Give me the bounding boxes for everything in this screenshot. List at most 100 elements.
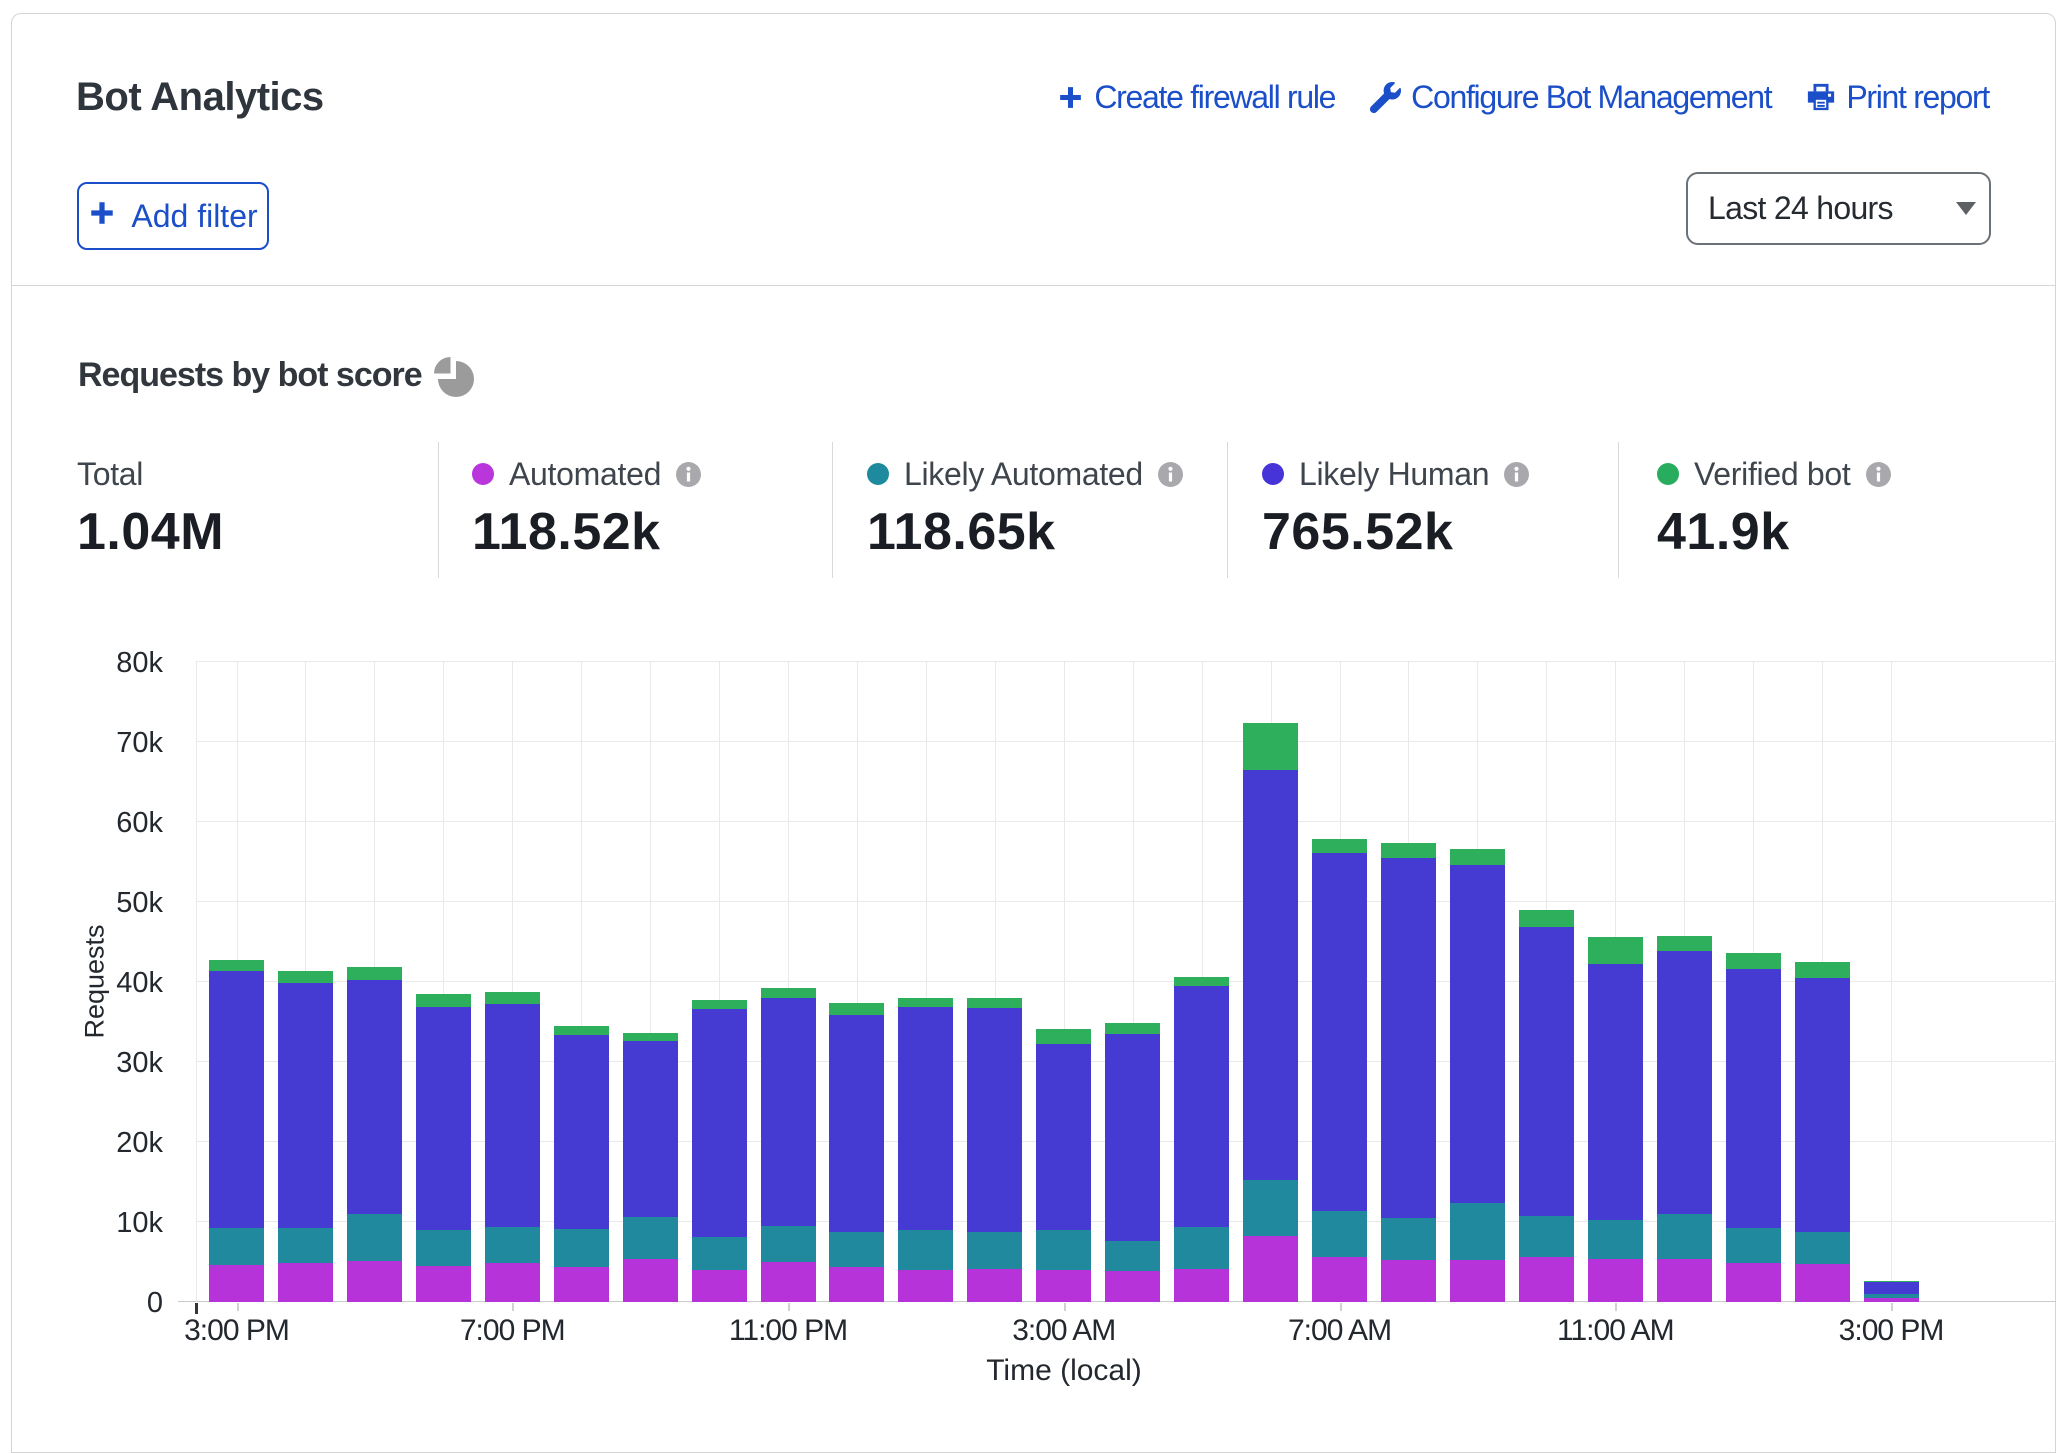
bar-verified-bot[interactable]	[1726, 953, 1781, 969]
info-icon[interactable]	[676, 462, 701, 487]
bar-likely-human[interactable]	[485, 1004, 540, 1227]
bar-automated[interactable]	[1450, 1260, 1505, 1302]
bar-verified-bot[interactable]	[1243, 723, 1298, 770]
bar-likely-human[interactable]	[1312, 853, 1367, 1211]
bar-likely-automated[interactable]	[1381, 1218, 1436, 1261]
bar-likely-human[interactable]	[209, 971, 264, 1229]
bar-verified-bot[interactable]	[1519, 910, 1574, 927]
bar-likely-human[interactable]	[1795, 978, 1850, 1232]
bar-verified-bot[interactable]	[829, 1003, 884, 1015]
bar-automated[interactable]	[967, 1269, 1022, 1302]
print-report-link[interactable]: Print report	[1806, 79, 1989, 116]
bar-automated[interactable]	[1519, 1257, 1574, 1302]
bar-likely-human[interactable]	[761, 998, 816, 1226]
bar-likely-human[interactable]	[347, 980, 402, 1214]
bar-verified-bot[interactable]	[209, 960, 264, 970]
bar-automated[interactable]	[347, 1261, 402, 1302]
bar-likely-human[interactable]	[1036, 1044, 1091, 1230]
bar-verified-bot[interactable]	[1174, 977, 1229, 986]
info-icon[interactable]	[1504, 462, 1529, 487]
bar-verified-bot[interactable]	[1588, 937, 1643, 964]
bar-likely-automated[interactable]	[1450, 1203, 1505, 1260]
bar-likely-automated[interactable]	[209, 1228, 264, 1265]
bar-likely-automated[interactable]	[829, 1232, 884, 1267]
bar-likely-human[interactable]	[1864, 1281, 1919, 1294]
bar-automated[interactable]	[1657, 1259, 1712, 1302]
bar-verified-bot[interactable]	[1657, 936, 1712, 951]
bar-likely-human[interactable]	[278, 983, 333, 1228]
bar-likely-human[interactable]	[1726, 969, 1781, 1227]
bar-automated[interactable]	[209, 1265, 264, 1302]
bar-automated[interactable]	[1105, 1271, 1160, 1302]
bar-likely-automated[interactable]	[623, 1217, 678, 1259]
bar-automated[interactable]	[1312, 1257, 1367, 1302]
bar-likely-automated[interactable]	[967, 1232, 1022, 1269]
bar-verified-bot[interactable]	[761, 988, 816, 998]
bar-automated[interactable]	[829, 1267, 884, 1302]
bar-verified-bot[interactable]	[1381, 843, 1436, 859]
bar-likely-automated[interactable]	[898, 1230, 953, 1270]
bar-likely-human[interactable]	[1519, 927, 1574, 1216]
bar-likely-human[interactable]	[416, 1007, 471, 1230]
bar-likely-automated[interactable]	[1657, 1214, 1712, 1259]
bar-automated[interactable]	[623, 1259, 678, 1302]
bar-likely-automated[interactable]	[416, 1230, 471, 1266]
bar-verified-bot[interactable]	[967, 998, 1022, 1008]
bar-likely-human[interactable]	[1588, 964, 1643, 1220]
bar-likely-automated[interactable]	[1588, 1220, 1643, 1258]
bar-automated[interactable]	[554, 1267, 609, 1302]
bar-likely-automated[interactable]	[554, 1229, 609, 1267]
bar-likely-human[interactable]	[623, 1041, 678, 1217]
bar-likely-automated[interactable]	[1519, 1216, 1574, 1257]
bar-verified-bot[interactable]	[692, 1000, 747, 1010]
bar-likely-automated[interactable]	[1795, 1232, 1850, 1264]
bar-likely-human[interactable]	[1174, 986, 1229, 1226]
bar-likely-automated[interactable]	[485, 1227, 540, 1263]
bar-verified-bot[interactable]	[1450, 849, 1505, 865]
bar-likely-human[interactable]	[967, 1008, 1022, 1232]
bar-automated[interactable]	[1381, 1260, 1436, 1302]
add-filter-button[interactable]: Add filter	[77, 182, 269, 250]
bar-likely-automated[interactable]	[1312, 1211, 1367, 1257]
info-icon[interactable]	[1158, 462, 1183, 487]
time-range-select[interactable]: Last 24 hours	[1686, 172, 1991, 245]
bar-automated[interactable]	[1243, 1236, 1298, 1302]
bar-likely-automated[interactable]	[1174, 1227, 1229, 1269]
bar-verified-bot[interactable]	[278, 971, 333, 983]
bar-likely-automated[interactable]	[347, 1214, 402, 1261]
bar-verified-bot[interactable]	[1312, 839, 1367, 853]
bar-verified-bot[interactable]	[1105, 1023, 1160, 1034]
bar-likely-automated[interactable]	[1105, 1241, 1160, 1271]
bar-likely-human[interactable]	[1105, 1034, 1160, 1241]
bar-likely-human[interactable]	[692, 1009, 747, 1237]
bar-verified-bot[interactable]	[1795, 962, 1850, 978]
bar-likely-automated[interactable]	[692, 1237, 747, 1270]
bar-automated[interactable]	[278, 1263, 333, 1302]
bar-verified-bot[interactable]	[623, 1033, 678, 1041]
bar-automated[interactable]	[1726, 1263, 1781, 1302]
bar-likely-human[interactable]	[1381, 858, 1436, 1217]
bar-likely-human[interactable]	[1450, 865, 1505, 1203]
create-firewall-rule-link[interactable]: Create firewall rule	[1057, 79, 1335, 116]
bar-likely-automated[interactable]	[1243, 1180, 1298, 1235]
bar-likely-automated[interactable]	[761, 1226, 816, 1262]
bar-automated[interactable]	[1795, 1264, 1850, 1302]
bar-likely-human[interactable]	[1243, 770, 1298, 1180]
bar-automated[interactable]	[416, 1266, 471, 1302]
bar-likely-automated[interactable]	[1036, 1230, 1091, 1270]
bar-verified-bot[interactable]	[554, 1026, 609, 1035]
configure-bot-management-link[interactable]: Configure Bot Management	[1370, 79, 1771, 116]
bar-automated[interactable]	[898, 1270, 953, 1302]
bar-likely-automated[interactable]	[1726, 1228, 1781, 1263]
bar-likely-human[interactable]	[554, 1035, 609, 1229]
bar-likely-human[interactable]	[829, 1015, 884, 1232]
bar-likely-automated[interactable]	[278, 1228, 333, 1263]
bar-automated[interactable]	[761, 1262, 816, 1302]
bar-verified-bot[interactable]	[898, 998, 953, 1007]
bar-likely-human[interactable]	[898, 1007, 953, 1230]
bar-automated[interactable]	[692, 1270, 747, 1302]
bar-automated[interactable]	[1864, 1298, 1919, 1302]
bar-verified-bot[interactable]	[1036, 1029, 1091, 1044]
bar-automated[interactable]	[1036, 1270, 1091, 1302]
info-icon[interactable]	[1866, 462, 1891, 487]
